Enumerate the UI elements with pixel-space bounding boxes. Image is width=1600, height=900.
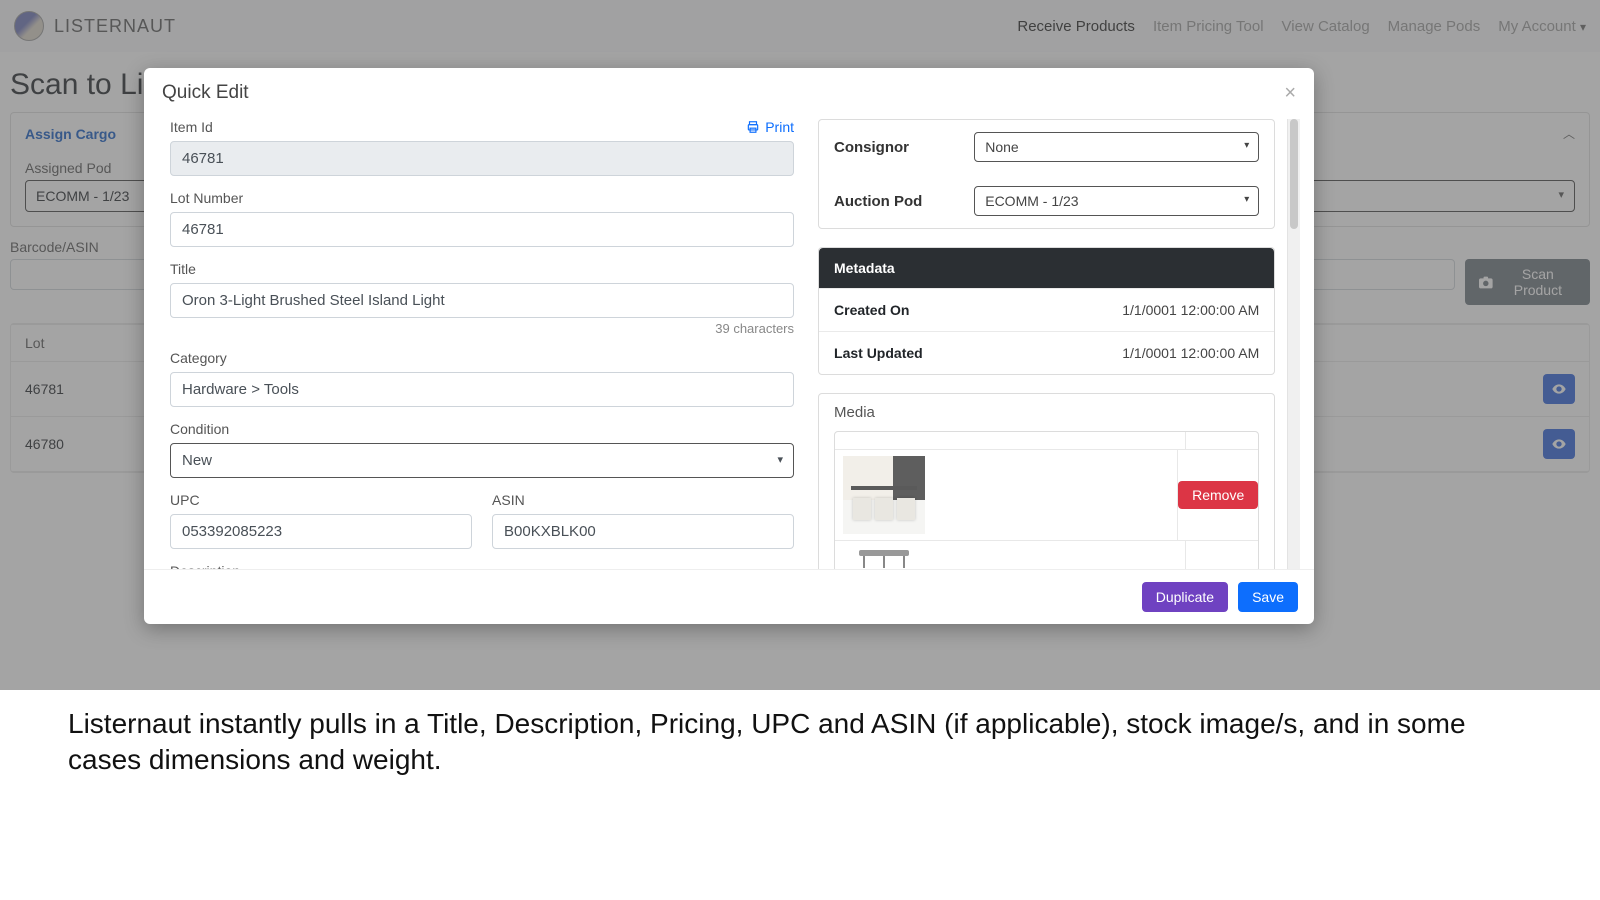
- remove-image-button[interactable]: Remove: [1178, 481, 1258, 509]
- last-updated-label: Last Updated: [834, 345, 923, 361]
- upc-label: UPC: [170, 492, 200, 508]
- quick-edit-modal: Quick Edit × Item Id Print Lot Number: [144, 68, 1314, 624]
- save-button[interactable]: Save: [1238, 582, 1298, 612]
- asin-label: ASIN: [492, 492, 525, 508]
- upc-input[interactable]: [170, 514, 472, 549]
- title-input[interactable]: [170, 283, 794, 318]
- category-label: Category: [170, 350, 227, 366]
- print-link[interactable]: Print: [746, 119, 794, 135]
- auction-pod-select[interactable]: ECOMM - 1/23: [974, 186, 1259, 216]
- product-image-thumb[interactable]: [843, 456, 925, 534]
- asin-input[interactable]: [492, 514, 794, 549]
- metadata-header: Metadata: [819, 248, 1274, 288]
- print-icon: [746, 120, 760, 134]
- category-input[interactable]: [170, 372, 794, 407]
- item-id-input: [170, 141, 794, 176]
- modal-left-column: Item Id Print Lot Number Title 39 charac…: [158, 119, 806, 569]
- description-label: Description: [170, 563, 240, 569]
- last-updated-value: 1/1/0001 12:00:00 AM: [1122, 345, 1259, 361]
- title-hint: 39 characters: [170, 321, 794, 336]
- created-on-value: 1/1/0001 12:00:00 AM: [1122, 302, 1259, 318]
- lot-number-input[interactable]: [170, 212, 794, 247]
- item-id-label: Item Id: [170, 119, 213, 135]
- created-on-label: Created On: [834, 302, 909, 318]
- media-header: Media: [819, 394, 1274, 431]
- modal-scrollbar[interactable]: [1287, 119, 1300, 569]
- close-icon[interactable]: ×: [1284, 82, 1296, 105]
- modal-right-column: Consignor None Auction Pod ECOMM - 1/23 …: [806, 119, 1287, 569]
- caption-text: Listernaut instantly pulls in a Title, D…: [68, 706, 1532, 779]
- consignor-label: Consignor: [834, 139, 909, 156]
- auction-pod-label: Auction Pod: [834, 193, 922, 210]
- product-image-thumb[interactable]: [843, 544, 925, 568]
- modal-title: Quick Edit: [162, 82, 249, 105]
- condition-label: Condition: [170, 421, 229, 437]
- condition-select[interactable]: New: [170, 443, 794, 478]
- title-label: Title: [170, 261, 196, 277]
- duplicate-button[interactable]: Duplicate: [1142, 582, 1228, 612]
- consignor-select[interactable]: None: [974, 132, 1259, 162]
- lot-number-label: Lot Number: [170, 190, 243, 206]
